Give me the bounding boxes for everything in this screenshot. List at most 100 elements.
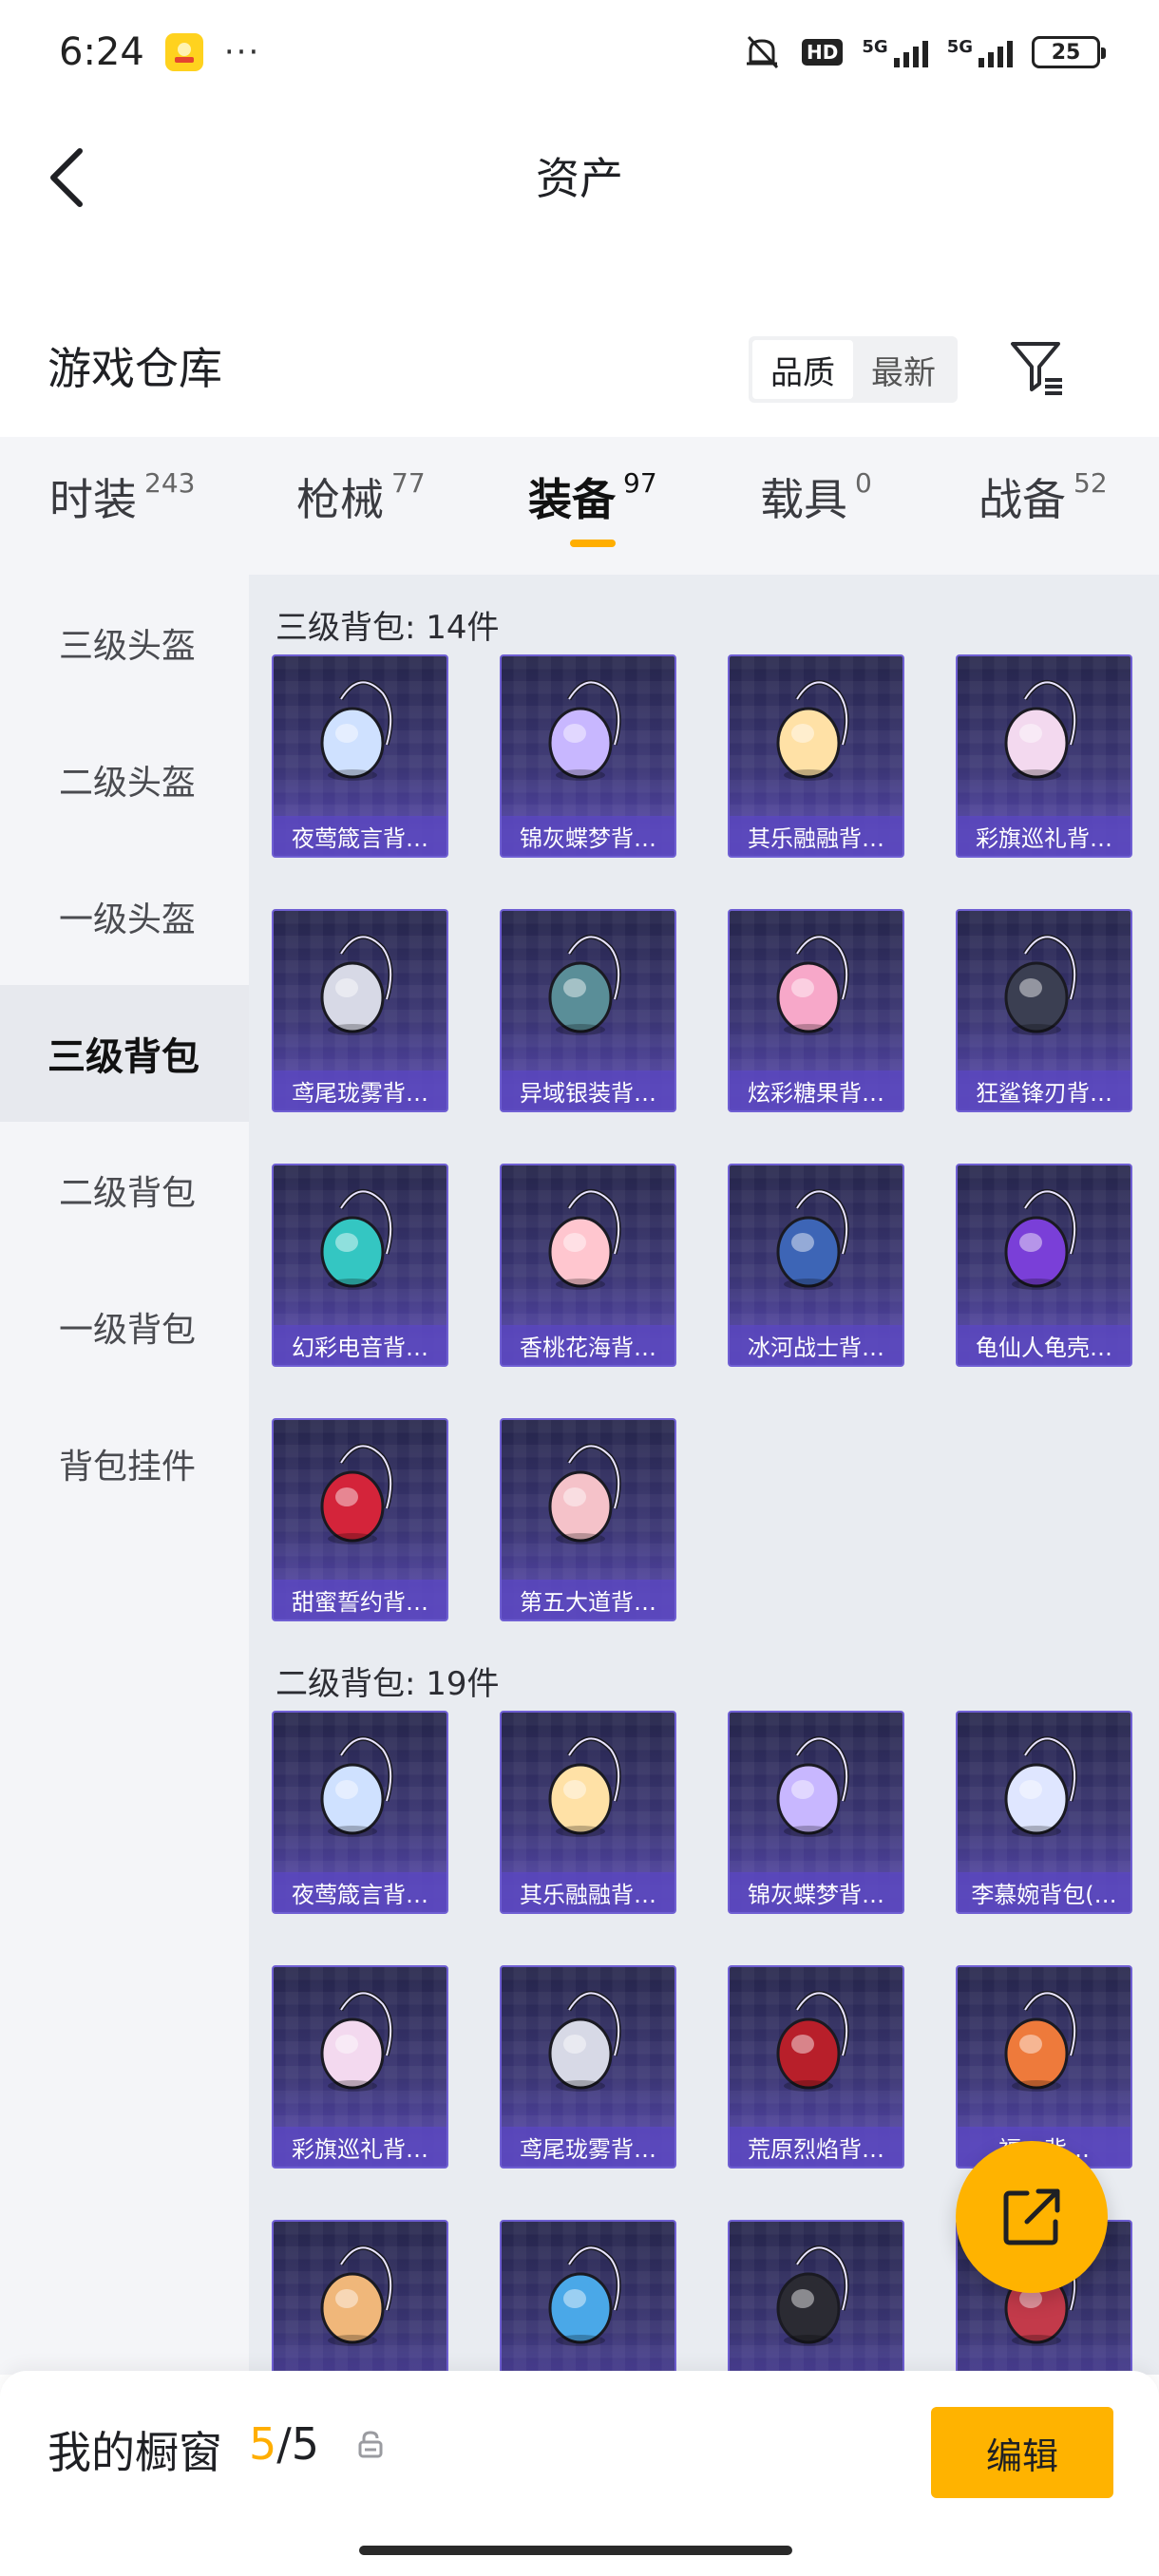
item-card[interactable]: 龟仙人龟壳… [956,1164,1132,1367]
flame-backpack-icon [776,1991,849,2092]
item-card[interactable]: 炫彩糖果背… [728,909,904,1112]
category-tabs: 时装 243 枪械 77 装备 97 载具 0 战备 52 [0,437,1159,575]
sidebar-item-pendant[interactable]: 背包挂件 [0,1395,249,1532]
item-name: 锦灰蝶梦背… [502,816,674,856]
sort-newest-option[interactable]: 最新 [853,340,954,399]
status-bar: 6:24 ··· HD 5G 5G 25 [0,0,1159,104]
hd-badge: HD [802,39,844,66]
share-button[interactable] [956,2141,1108,2293]
group-title-backpack-3: 三级背包: 14件 [276,609,500,647]
item-name: 鸢尾珑雾背… [502,2127,674,2167]
item-name: 冰河战士背… [730,1325,902,1365]
turtle-shell-backpack-icon [1004,1189,1077,1290]
cupcake-backpack-icon [776,680,849,781]
item-card[interactable]: 锦灰蝶梦背… [728,1711,904,1914]
item-card[interactable]: 幻彩电音背… [272,1164,448,1367]
item-card[interactable] [500,2220,676,2375]
home-indicator [359,2546,792,2555]
item-card[interactable]: 鸢尾珑雾背… [272,909,448,1112]
item-name: 异域银装背… [502,1070,674,1110]
item-name: 鸢尾珑雾背… [274,1070,446,1110]
item-name: 炫彩糖果背… [730,1070,902,1110]
tab-equipment[interactable]: 装备 97 [528,465,657,528]
cupcake-backpack-icon [548,1736,621,1837]
back-button[interactable] [38,144,95,211]
item-name: 香桃花海背… [502,1325,674,1365]
share-icon [1003,2188,1060,2245]
group-title-backpack-2: 二级背包: 19件 [276,1665,500,1703]
item-name: 彩旗巡礼背… [958,816,1130,856]
warehouse-header: 游戏仓库 品质 最新 [0,313,1159,418]
silver-purse-backpack-icon [548,1991,621,2092]
item-card[interactable] [728,2220,904,2375]
app-notification-icon [164,33,203,71]
item-name: 夜莺箴言背… [274,1872,446,1912]
item-card[interactable]: 香桃花海背… [500,1164,676,1367]
item-card[interactable]: 狂鲨锋刃背… [956,909,1132,1112]
nav-bar: 资产 [0,104,1159,247]
showcase-label: 我的橱窗 [48,2427,222,2478]
item-card[interactable] [272,2220,448,2375]
item-card[interactable]: 异域银装背… [500,909,676,1112]
item-card[interactable]: 鸢尾珑雾背… [500,1965,676,2169]
item-card[interactable]: 其乐融融背… [500,1711,676,1914]
blue-mech-backpack-icon [548,2245,621,2346]
more-notifications-icon: ··· [223,33,261,71]
crystal-backpack-icon [548,680,621,781]
sidebar-item-helmet-1[interactable]: 一级头盔 [0,848,249,985]
item-card[interactable]: 甜蜜誓约背… [272,1418,448,1621]
bunny-backpack-icon [1004,1991,1077,2092]
signal-1-icon: 5G [862,37,928,67]
item-card[interactable]: 夜莺箴言背… [272,1711,448,1914]
item-grid: 三级背包: 14件 二级背包: 19件 夜莺箴言背… 锦灰蝶梦背… 其乐融融背… 彩旗… [249,575,1159,2375]
showcase-count: 5/5 [249,2418,320,2470]
item-card[interactable]: 荒原烈焰背… [728,1965,904,2169]
speaker-backpack-icon [320,1189,393,1290]
heart-wing-backpack-icon [320,1444,393,1544]
signal-2-icon: 5G [947,37,1013,67]
sidebar-item-backpack-1[interactable]: 一级背包 [0,1259,249,1395]
item-name: 其乐融融背… [502,1872,674,1912]
shark-backpack-icon [1004,935,1077,1035]
mute-icon [741,33,783,71]
item-card[interactable]: 彩旗巡礼背… [272,1965,448,2169]
battery-icon: 25 [1032,36,1106,68]
sidebar-item-helmet-2[interactable]: 二级头盔 [0,711,249,848]
item-card[interactable]: 李慕婉背包(… [956,1711,1132,1914]
item-card[interactable]: 彩旗巡礼背… [956,654,1132,858]
tab-supplies[interactable]: 战备 52 [978,465,1108,528]
back-arrow-icon [50,148,83,207]
sidebar-item-backpack-3[interactable]: 三级背包 [0,985,249,1122]
item-card[interactable]: 夜莺箴言背… [272,654,448,858]
sidebar: 三级头盔 二级头盔 一级头盔 三级背包 二级背包 一级背包 背包挂件 [0,575,249,2375]
black-shark-backpack-icon [776,2245,849,2346]
item-name: 荒原烈焰背… [730,2127,902,2167]
tab-fashion[interactable]: 时装 243 [49,465,195,528]
tactical-backpack-icon [548,935,621,1035]
sidebar-item-helmet-3[interactable]: 三级头盔 [0,575,249,711]
item-name: 狂鲨锋刃背… [958,1070,1130,1110]
bow-backpack-icon [320,1991,393,2092]
status-left: 6:24 ··· [59,30,260,74]
page-title: 资产 [536,153,623,204]
tab-vehicles[interactable]: 载具 0 [760,465,872,528]
item-card[interactable]: 其乐融融背… [728,654,904,858]
item-name: 幻彩电音背… [274,1325,446,1365]
lock-icon [358,2431,383,2458]
tab-weapons[interactable]: 枪械 77 [296,465,426,528]
item-card[interactable]: 冰河战士背… [728,1164,904,1367]
crystal-backpack-icon [776,1736,849,1837]
item-card[interactable]: 锦灰蝶梦背… [500,654,676,858]
jellyfish-backpack-icon [320,1736,393,1837]
item-name: 李慕婉背包(… [958,1872,1130,1912]
item-card[interactable]: 福…背… [956,1965,1132,2169]
item-card[interactable]: 第五大道背… [500,1418,676,1621]
warehouse-title: 游戏仓库 [48,343,222,394]
filter-button[interactable] [1007,336,1068,397]
sidebar-item-backpack-2[interactable]: 二级背包 [0,1122,249,1259]
sort-quality-option[interactable]: 品质 [752,340,853,399]
bow-backpack-icon [1004,680,1077,781]
edit-button[interactable]: 编辑 [931,2407,1113,2498]
item-name: 夜莺箴言背… [274,816,446,856]
item-name: 甜蜜誓约背… [274,1580,446,1619]
